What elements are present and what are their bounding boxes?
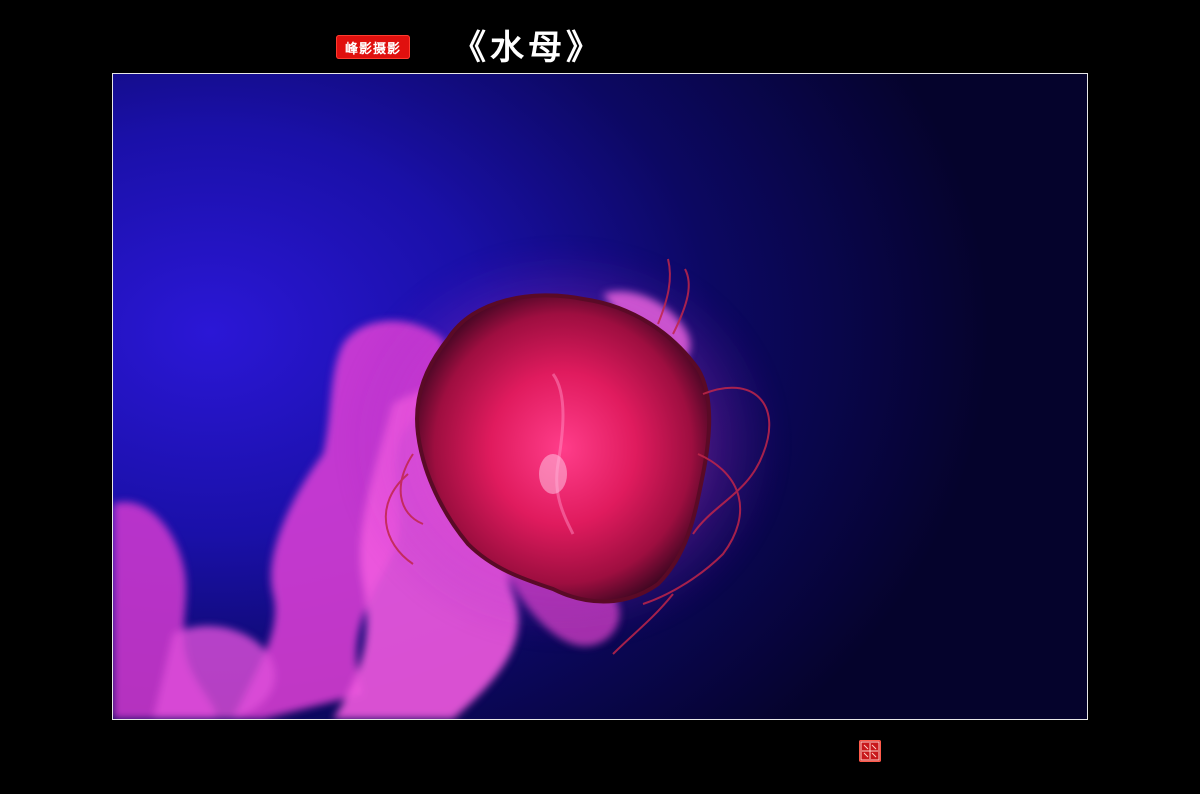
page-title: 《水母》 — [452, 28, 604, 68]
jellyfish-photo — [112, 73, 1088, 720]
artist-seal — [859, 740, 881, 762]
brand-stamp: 峰影摄影 — [336, 35, 410, 59]
jellyfish-illustration — [113, 244, 783, 719]
seal-icon — [860, 741, 880, 761]
brand-stamp-text: 峰影摄影 — [344, 42, 401, 57]
